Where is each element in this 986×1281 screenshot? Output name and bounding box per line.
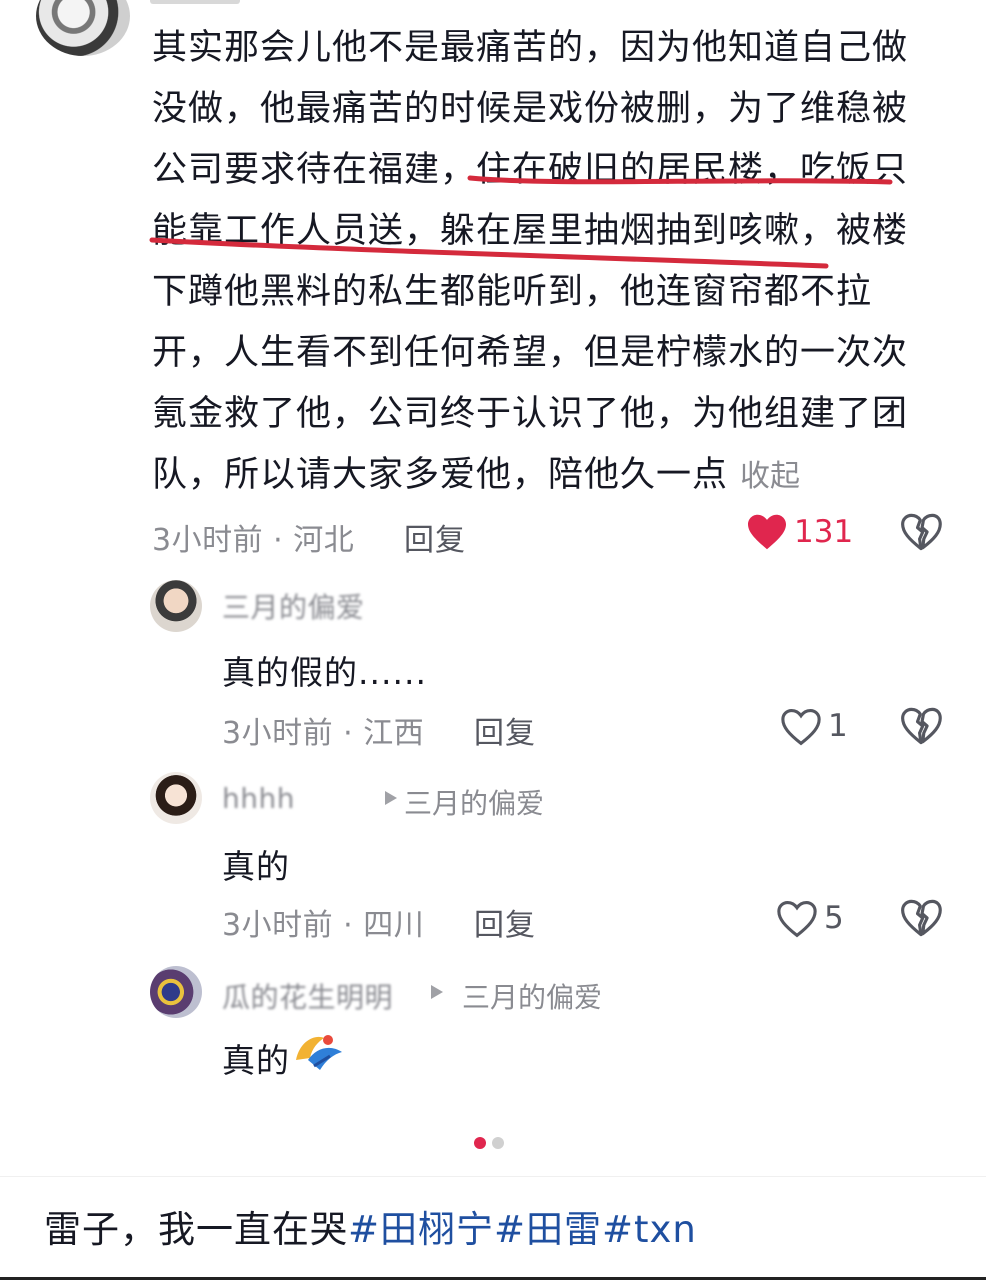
reply-username[interactable]: hhhh — [222, 782, 295, 815]
play-triangle-icon — [431, 985, 443, 999]
hashtag[interactable]: #田栩宁 — [348, 1208, 494, 1251]
reply-text: 真的假的...... — [222, 653, 427, 692]
reply-avatar[interactable] — [150, 580, 202, 632]
hashtag[interactable]: #田雷 — [494, 1208, 602, 1251]
caption-text: 雷子，我一直在哭#田栩宁#田雷#txn — [44, 1199, 697, 1253]
comment-meta: 3小时前 · 河北 — [152, 523, 355, 558]
reply-username[interactable]: 三月的偏爱 — [222, 586, 365, 626]
reply-username[interactable]: 瓜的花生明明 — [222, 976, 393, 1016]
reply-button[interactable]: 回复 — [474, 708, 536, 752]
hashtag[interactable]: #txn — [602, 1208, 697, 1251]
main-comment-body: 其实那会儿他不是最痛苦的，因为他知道自己做没做，他最痛苦的时候是戏份被删，为了维… — [152, 28, 909, 495]
like-count: 1 — [828, 708, 848, 744]
comment-screenshot: 其实那会儿他不是最痛苦的，因为他知道自己做没做，他最痛苦的时候是戏份被删，为了维… — [0, 0, 986, 1176]
broken-heart-icon[interactable] — [900, 706, 942, 746]
collapse-link[interactable]: 收起 — [740, 459, 800, 494]
crying-emoji-icon — [296, 1035, 342, 1070]
main-username-cropped — [150, 0, 240, 4]
broken-heart-icon[interactable] — [900, 898, 942, 938]
like-count: 5 — [824, 900, 844, 936]
image-pager — [474, 1134, 510, 1153]
reply-avatar[interactable] — [150, 966, 202, 1018]
reply-text: 真的 — [222, 847, 290, 886]
main-comment-text: 其实那会儿他不是最痛苦的，因为他知道自己做没做，他最痛苦的时候是戏份被删，为了维… — [152, 18, 928, 507]
reply-button[interactable]: 回复 — [404, 515, 466, 559]
heart-outline-icon[interactable] — [780, 708, 822, 746]
caption-body: 雷子，我一直在哭 — [44, 1208, 348, 1251]
heart-outline-icon[interactable] — [776, 900, 818, 938]
reply-to-username[interactable]: 三月的偏爱 — [462, 976, 602, 1016]
pager-dot-active[interactable] — [474, 1137, 486, 1149]
broken-heart-icon[interactable] — [900, 512, 942, 552]
play-triangle-icon — [385, 791, 397, 805]
post-caption: 雷子，我一直在哭#田栩宁#田雷#txn — [0, 1176, 986, 1281]
reply-text: 真的 — [222, 1041, 290, 1080]
reply-meta: 3小时前 · 江西 — [222, 716, 425, 751]
reply-meta: 3小时前 · 四川 — [222, 908, 425, 943]
reply-button[interactable]: 回复 — [474, 900, 536, 944]
pager-dot[interactable] — [492, 1137, 504, 1149]
like-count: 131 — [794, 514, 854, 550]
reply-to-username[interactable]: 三月的偏爱 — [404, 782, 544, 822]
main-comment-avatar[interactable] — [36, 0, 130, 56]
heart-filled-icon[interactable] — [746, 513, 788, 551]
reply-avatar[interactable] — [150, 772, 202, 824]
